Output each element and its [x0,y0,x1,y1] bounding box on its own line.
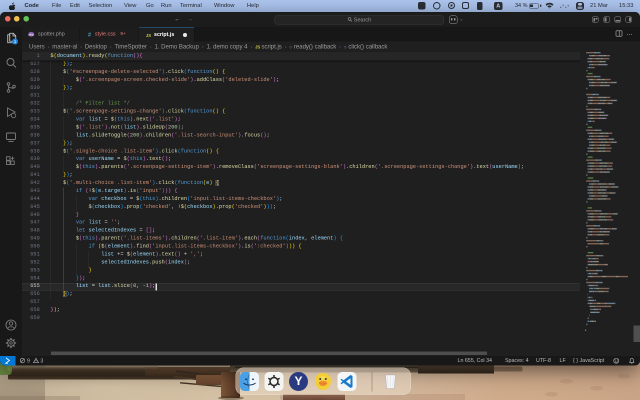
svg-text:#: # [88,32,91,37]
svg-text:php: php [29,32,34,36]
svg-text:JS: JS [146,33,151,38]
